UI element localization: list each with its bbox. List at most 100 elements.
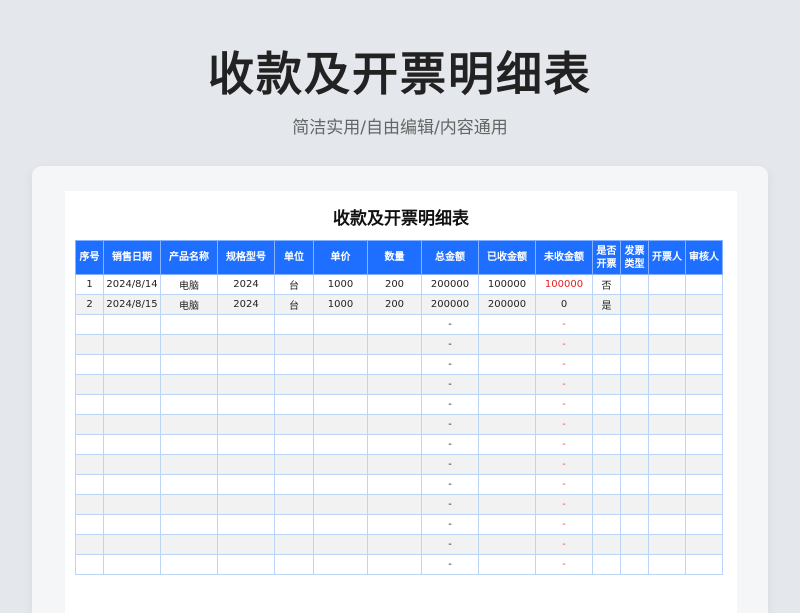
table-cell[interactable]: [620, 274, 649, 295]
table-cell[interactable]: [648, 514, 686, 535]
table-cell[interactable]: -: [535, 474, 593, 495]
table-cell[interactable]: [592, 334, 621, 355]
table-cell[interactable]: [313, 394, 368, 415]
table-cell[interactable]: 200000: [421, 274, 479, 295]
table-cell[interactable]: 电脑: [160, 294, 218, 315]
table-cell[interactable]: 2024: [217, 294, 275, 315]
table-cell[interactable]: [160, 334, 218, 355]
table-cell[interactable]: [685, 454, 723, 475]
table-cell[interactable]: [367, 374, 422, 395]
table-cell[interactable]: [217, 434, 275, 455]
table-cell[interactable]: [313, 334, 368, 355]
table-cell[interactable]: -: [421, 474, 479, 495]
table-cell[interactable]: [160, 514, 218, 535]
table-cell[interactable]: [592, 554, 621, 575]
table-cell[interactable]: [592, 414, 621, 435]
column-header[interactable]: 已收金额: [478, 240, 536, 275]
table-cell[interactable]: [478, 494, 536, 515]
table-cell[interactable]: [274, 394, 314, 415]
table-cell[interactable]: -: [421, 374, 479, 395]
table-cell[interactable]: [620, 294, 649, 315]
table-cell[interactable]: 200000: [478, 294, 536, 315]
table-cell[interactable]: [367, 454, 422, 475]
column-header[interactable]: 单价: [313, 240, 368, 275]
table-cell[interactable]: 2024/8/14: [103, 274, 161, 295]
table-cell[interactable]: [75, 454, 104, 475]
table-cell[interactable]: [478, 314, 536, 335]
table-cell[interactable]: [592, 314, 621, 335]
table-cell[interactable]: -: [421, 334, 479, 355]
table-cell[interactable]: [274, 554, 314, 575]
table-cell[interactable]: [313, 494, 368, 515]
table-cell[interactable]: [620, 334, 649, 355]
table-cell[interactable]: [685, 514, 723, 535]
table-cell[interactable]: [217, 494, 275, 515]
table-cell[interactable]: [274, 474, 314, 495]
table-cell[interactable]: [160, 314, 218, 335]
table-cell[interactable]: 1000: [313, 294, 368, 315]
table-cell[interactable]: -: [421, 494, 479, 515]
table-cell[interactable]: [620, 434, 649, 455]
table-cell[interactable]: [160, 454, 218, 475]
table-cell[interactable]: [592, 534, 621, 555]
table-cell[interactable]: [367, 414, 422, 435]
table-cell[interactable]: -: [421, 354, 479, 375]
table-cell[interactable]: [648, 294, 686, 315]
table-cell[interactable]: -: [535, 534, 593, 555]
table-cell[interactable]: [75, 434, 104, 455]
table-cell[interactable]: -: [421, 454, 479, 475]
table-cell[interactable]: [75, 494, 104, 515]
table-cell[interactable]: [478, 554, 536, 575]
table-cell[interactable]: [75, 394, 104, 415]
table-cell[interactable]: 200000: [421, 294, 479, 315]
table-cell[interactable]: 是: [592, 294, 621, 315]
table-cell[interactable]: -: [535, 434, 593, 455]
table-cell[interactable]: [160, 434, 218, 455]
table-cell[interactable]: [75, 474, 104, 495]
table-cell[interactable]: [75, 414, 104, 435]
column-header[interactable]: 销售日期: [103, 240, 161, 275]
table-cell[interactable]: [685, 294, 723, 315]
table-cell[interactable]: [478, 354, 536, 375]
table-cell[interactable]: [620, 354, 649, 375]
table-cell[interactable]: [313, 434, 368, 455]
table-cell[interactable]: -: [535, 394, 593, 415]
table-cell[interactable]: [313, 374, 368, 395]
table-cell[interactable]: [620, 534, 649, 555]
table-cell[interactable]: [367, 474, 422, 495]
table-cell[interactable]: [592, 494, 621, 515]
table-cell[interactable]: [648, 274, 686, 295]
table-cell[interactable]: -: [535, 314, 593, 335]
table-cell[interactable]: [103, 334, 161, 355]
table-cell[interactable]: [217, 514, 275, 535]
table-cell[interactable]: [217, 554, 275, 575]
table-cell[interactable]: [592, 514, 621, 535]
table-cell[interactable]: 台: [274, 274, 314, 295]
table-cell[interactable]: -: [421, 314, 479, 335]
column-header[interactable]: 是否 开票: [592, 240, 621, 275]
table-cell[interactable]: [313, 514, 368, 535]
table-cell[interactable]: [685, 314, 723, 335]
table-cell[interactable]: -: [421, 534, 479, 555]
table-cell[interactable]: [648, 494, 686, 515]
table-cell[interactable]: [685, 414, 723, 435]
table-cell[interactable]: [103, 494, 161, 515]
table-cell[interactable]: [313, 554, 368, 575]
table-cell[interactable]: 100000: [535, 274, 593, 295]
table-cell[interactable]: [313, 474, 368, 495]
table-cell[interactable]: [648, 354, 686, 375]
table-cell[interactable]: [103, 374, 161, 395]
table-cell[interactable]: [367, 534, 422, 555]
table-cell[interactable]: [217, 474, 275, 495]
table-cell[interactable]: [274, 334, 314, 355]
table-cell[interactable]: [648, 394, 686, 415]
table-cell[interactable]: [620, 414, 649, 435]
column-header[interactable]: 发票 类型: [620, 240, 649, 275]
table-cell[interactable]: [217, 334, 275, 355]
table-cell[interactable]: [160, 534, 218, 555]
table-cell[interactable]: [648, 474, 686, 495]
table-cell[interactable]: [592, 354, 621, 375]
table-cell[interactable]: [217, 394, 275, 415]
table-cell[interactable]: [620, 474, 649, 495]
table-cell[interactable]: -: [535, 374, 593, 395]
